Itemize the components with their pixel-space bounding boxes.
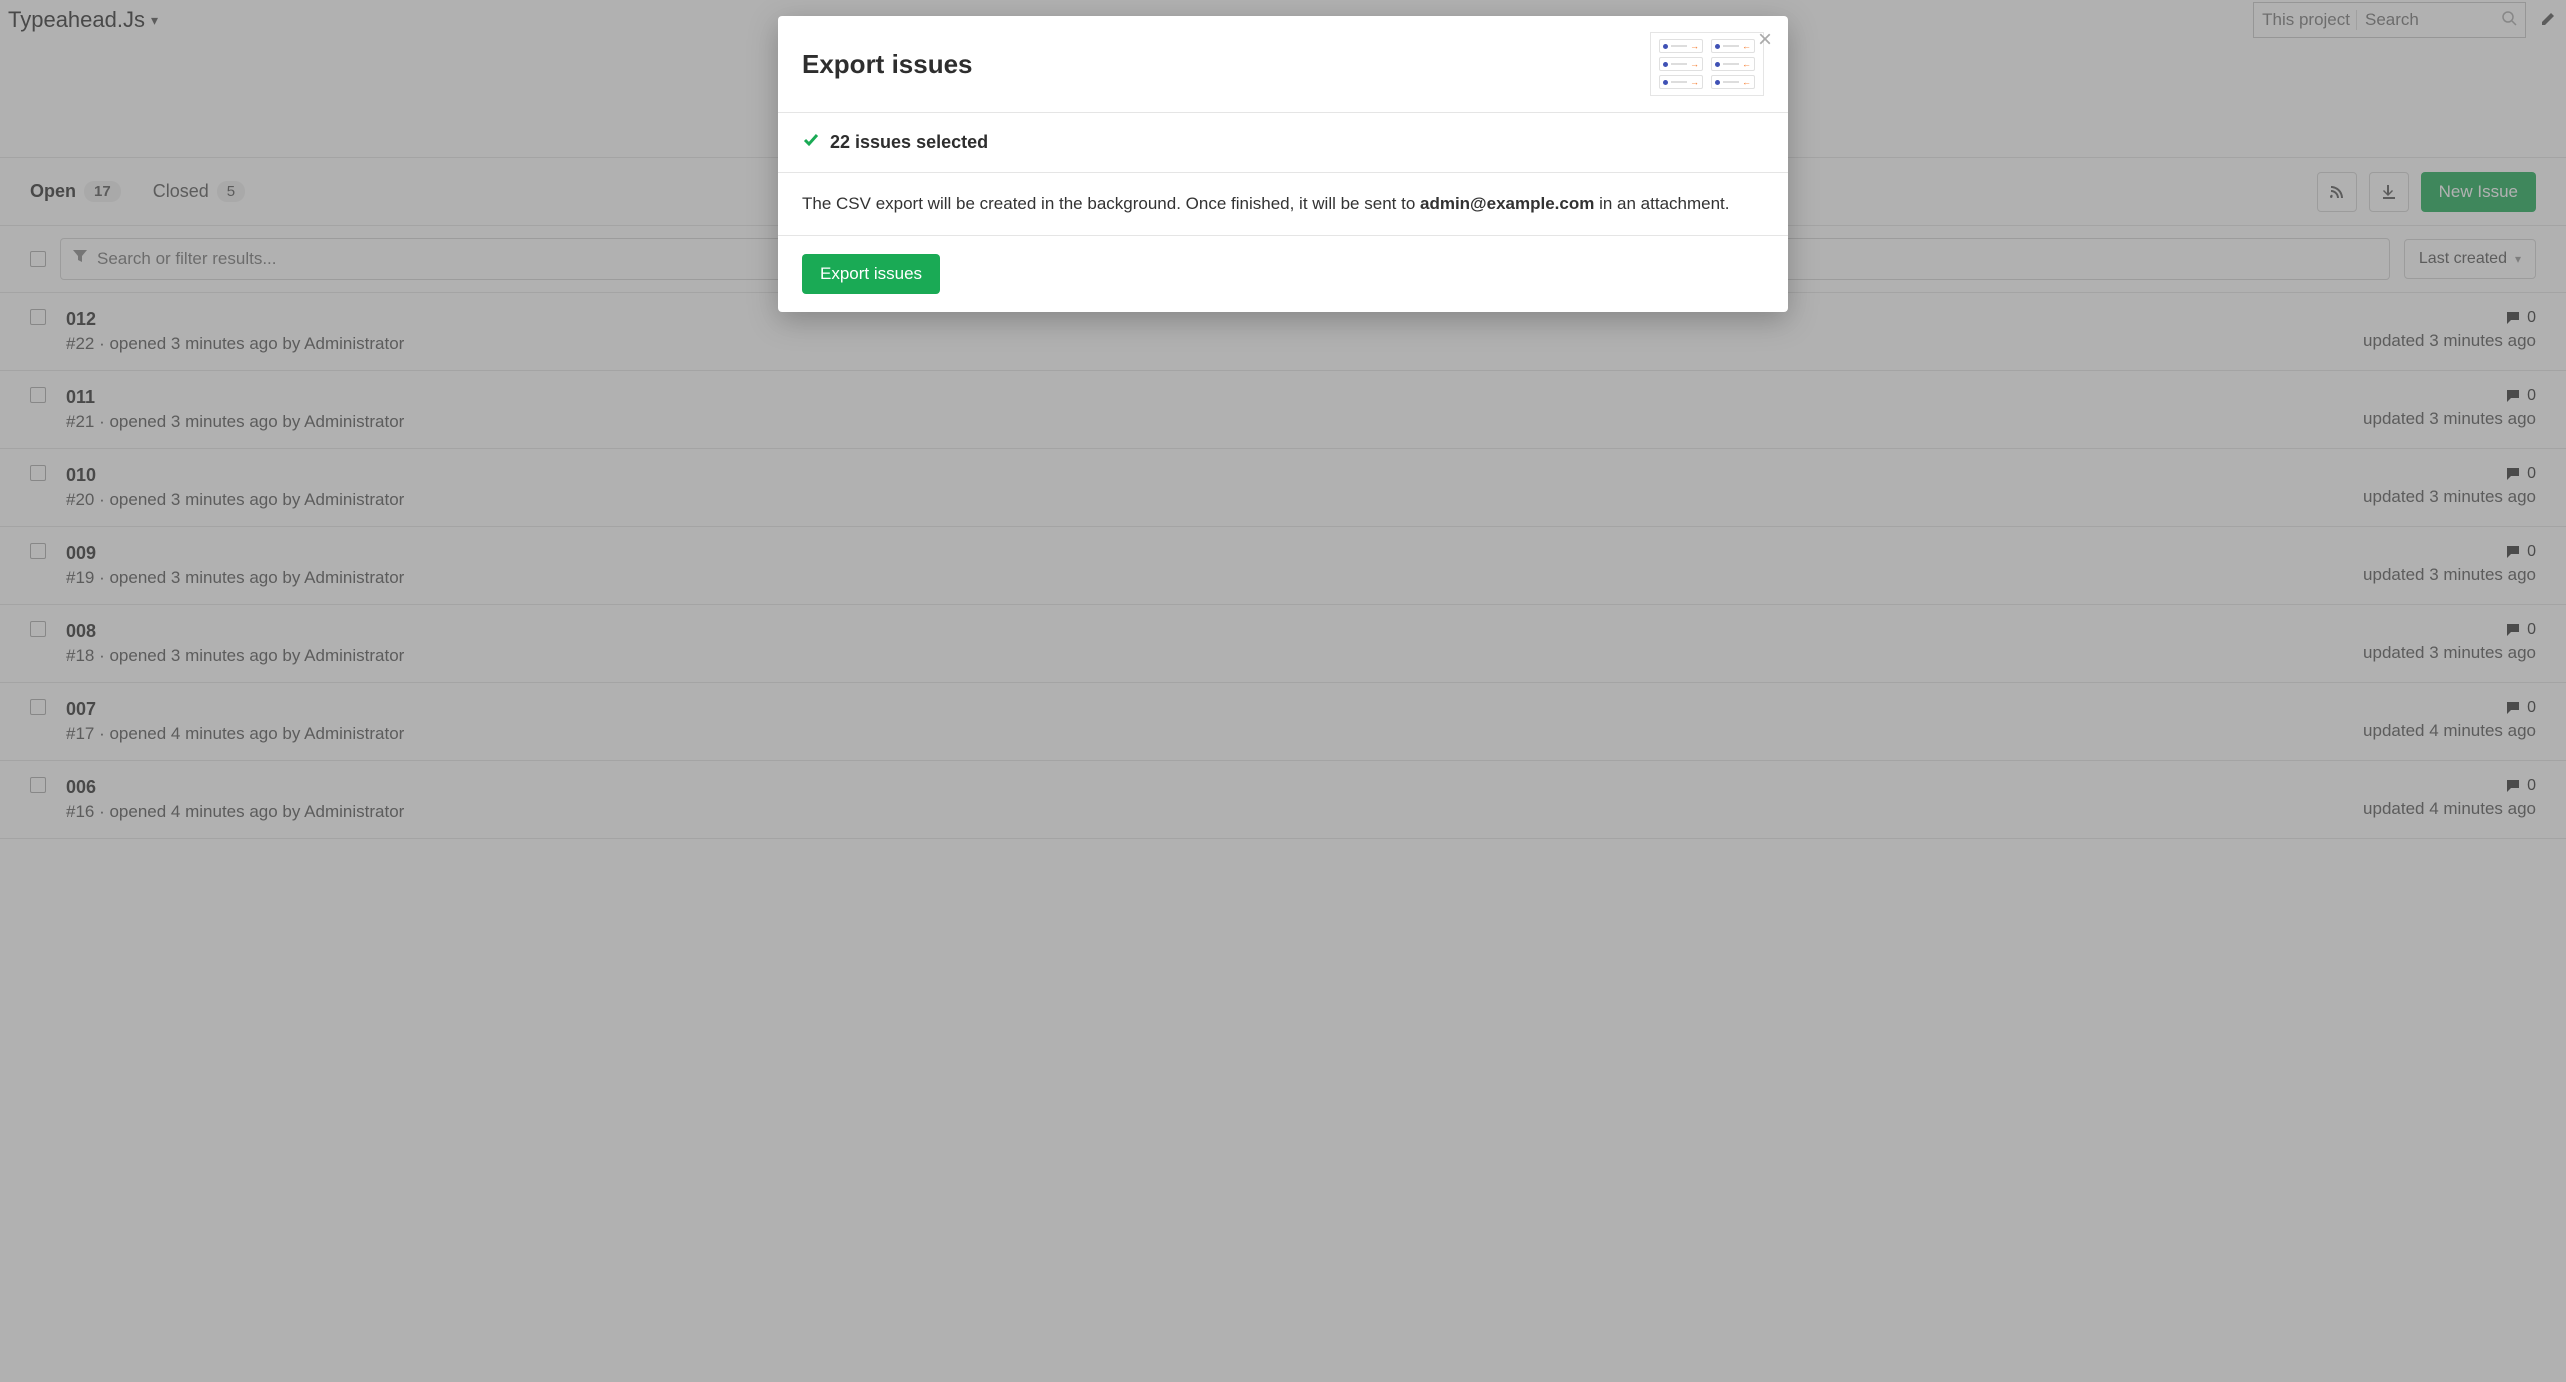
modal-body-suffix: in an attachment. <box>1594 194 1729 213</box>
modal-overlay: Export issues → → → ← ← ← × 22 <box>0 0 2566 1382</box>
close-button[interactable]: × <box>1758 28 1772 52</box>
export-illustration: → → → ← ← ← <box>1650 32 1764 96</box>
modal-title: Export issues <box>802 49 973 80</box>
modal-body-email: admin@example.com <box>1420 194 1594 213</box>
modal-body: The CSV export will be created in the ba… <box>778 173 1788 236</box>
export-issues-button[interactable]: Export issues <box>802 254 940 294</box>
modal-body-text: The CSV export will be created in the ba… <box>802 191 1764 217</box>
modal-header: Export issues → → → ← ← ← × <box>778 16 1788 113</box>
selected-count-text: 22 issues selected <box>830 132 988 153</box>
modal-footer: Export issues <box>778 236 1788 312</box>
modal-selected-section: 22 issues selected <box>778 113 1788 173</box>
export-issues-modal: Export issues → → → ← ← ← × 22 <box>778 16 1788 312</box>
check-icon <box>802 131 820 154</box>
modal-body-prefix: The CSV export will be created in the ba… <box>802 194 1420 213</box>
